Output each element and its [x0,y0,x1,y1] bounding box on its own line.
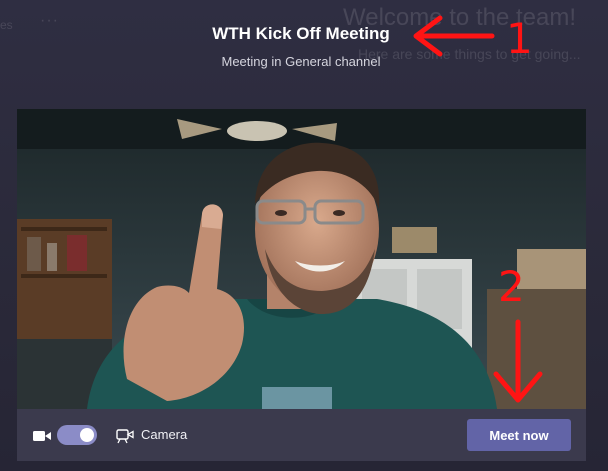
control-bar: Camera Meet now [17,409,586,461]
video-camera-icon [33,429,51,441]
camera-toggle-knob [80,428,94,442]
camera-label: Camera [141,427,188,442]
camera-toggle[interactable] [57,425,97,445]
annotation-arrow-left [413,15,495,57]
annotation-number-1: 1 [506,14,533,63]
camera-settings-icon[interactable] [116,428,134,444]
annotation-arrow-down [493,319,543,403]
meeting-prejoin-screen: es ··· Welcome to the team! Here are som… [0,0,608,471]
meet-now-button[interactable]: Meet now [467,419,571,451]
annotation-number-2: 2 [498,262,525,311]
